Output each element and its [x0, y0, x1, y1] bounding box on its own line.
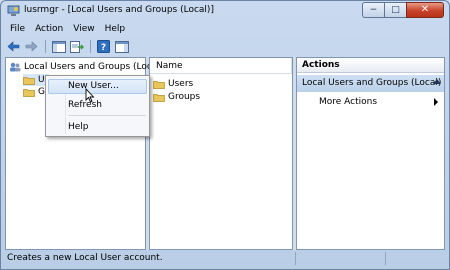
forward-button[interactable] — [23, 39, 40, 54]
tree-root-label: Local Users and Groups (Local) — [24, 62, 164, 72]
column-header-name[interactable]: Name — [150, 58, 292, 74]
status-bar: Creates a new Local User account. — [5, 251, 445, 266]
toolbar-separator — [90, 40, 91, 53]
tree-root[interactable]: Local Users and Groups (Local) — [9, 61, 163, 73]
close-button[interactable]: ✕ — [406, 2, 444, 18]
more-actions-item[interactable]: More Actions — [319, 97, 377, 107]
show-hide-action-pane-button[interactable] — [113, 39, 130, 54]
list-item-label: Groups — [168, 92, 201, 102]
status-divider — [385, 252, 386, 265]
back-button[interactable] — [5, 39, 22, 54]
context-menu-refresh[interactable]: Refresh — [48, 98, 147, 113]
collapse-arrow-icon[interactable] — [433, 79, 441, 84]
minimize-button[interactable]: − — [362, 2, 384, 18]
toolbar-separator — [45, 40, 46, 53]
svg-text:?: ? — [101, 43, 106, 53]
result-pane: Name Users Groups — [149, 57, 293, 250]
show-hide-action-pane-icon — [114, 40, 129, 53]
context-menu: New User... Refresh Help — [45, 75, 150, 137]
menu-view[interactable]: View — [68, 22, 99, 37]
title-bar[interactable]: lusrmgr - [Local Users and Groups (Local… — [1, 1, 449, 21]
window-title: lusrmgr - [Local Users and Groups (Local… — [24, 5, 214, 15]
menu-file[interactable]: File — [5, 22, 30, 37]
context-menu-help[interactable]: Help — [48, 120, 147, 135]
context-menu-separator — [68, 115, 146, 116]
export-list-button[interactable] — [68, 39, 85, 54]
submenu-arrow-icon — [434, 98, 438, 106]
status-divider — [295, 252, 296, 265]
folder-icon — [23, 88, 35, 97]
back-arrow-icon — [7, 41, 20, 52]
forward-arrow-icon — [25, 41, 38, 52]
actions-group-header[interactable]: Local Users and Groups (Local) — [297, 75, 444, 92]
context-menu-new-user[interactable]: New User... — [48, 79, 147, 94]
mouse-cursor-icon — [85, 88, 95, 103]
menu-help[interactable]: Help — [100, 22, 131, 37]
folder-icon — [23, 76, 35, 85]
folder-icon — [153, 93, 165, 102]
caption-buttons: − □ ✕ — [362, 2, 444, 18]
list-item[interactable]: Users — [153, 78, 193, 90]
folder-icon — [153, 80, 165, 89]
toolbar: ? — [5, 38, 445, 55]
menu-action[interactable]: Action — [30, 22, 68, 37]
list-item[interactable]: Groups — [153, 91, 200, 103]
export-list-icon — [69, 40, 84, 53]
maximize-button[interactable]: □ — [384, 2, 406, 18]
actions-group-title: Local Users and Groups (Local) — [302, 78, 442, 88]
actions-pane: Actions Local Users and Groups (Local) M… — [296, 57, 445, 250]
users-groups-icon — [10, 62, 21, 72]
status-text: Creates a new Local User account. — [7, 253, 163, 263]
list-item-label: Users — [168, 79, 194, 89]
menu-bar: File Action View Help — [5, 22, 130, 37]
show-hide-tree-icon — [51, 40, 66, 53]
actions-header: Actions — [297, 58, 444, 73]
help-icon: ? — [97, 40, 110, 53]
computer-management-icon — [7, 5, 20, 16]
show-hide-tree-button[interactable] — [50, 39, 67, 54]
help-button[interactable]: ? — [95, 39, 112, 54]
